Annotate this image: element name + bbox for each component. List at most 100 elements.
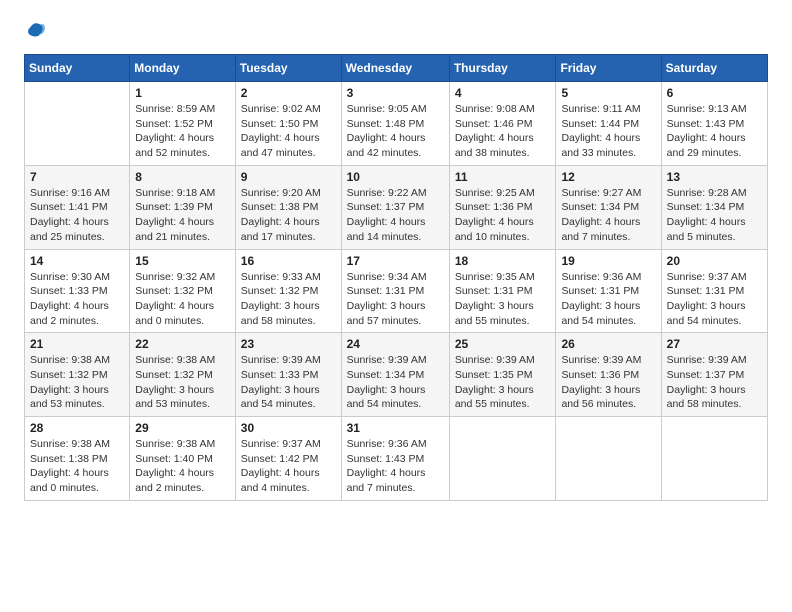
day-number: 31	[347, 421, 444, 435]
day-cell: 25 Sunrise: 9:39 AM Sunset: 1:35 PM Dayli…	[449, 333, 556, 417]
day-number: 9	[241, 170, 336, 184]
week-row-1: 1 Sunrise: 8:59 AM Sunset: 1:52 PM Daylig…	[25, 82, 768, 166]
weekday-header-tuesday: Tuesday	[235, 55, 341, 82]
day-info: Sunrise: 9:16 AM Sunset: 1:41 PM Dayligh…	[30, 186, 124, 245]
day-number: 8	[135, 170, 230, 184]
day-number: 1	[135, 86, 230, 100]
day-cell: 28Sunrise: 9:38 AM Sunset: 1:38 PM Dayli…	[25, 417, 130, 501]
day-number: 21	[30, 337, 124, 351]
day-number: 26	[561, 337, 655, 351]
logo	[24, 20, 48, 42]
day-cell	[25, 82, 130, 166]
day-info: Sunrise: 9:38 AM Sunset: 1:38 PM Dayligh…	[30, 437, 124, 496]
day-info: Sunrise: 9:32 AM Sunset: 1:32 PM Dayligh…	[135, 270, 230, 329]
day-cell: 26 Sunrise: 9:39 AM Sunset: 1:36 PM Dayli…	[556, 333, 661, 417]
day-cell: 22 Sunrise: 9:38 AM Sunset: 1:32 PM Dayli…	[130, 333, 236, 417]
day-info: Sunrise: 9:20 AM Sunset: 1:38 PM Dayligh…	[241, 186, 336, 245]
day-number: 3	[347, 86, 444, 100]
day-cell: 17 Sunrise: 9:34 AM Sunset: 1:31 PM Dayli…	[341, 249, 449, 333]
day-cell	[661, 417, 767, 501]
day-number: 20	[667, 254, 762, 268]
day-number: 15	[135, 254, 230, 268]
day-info: Sunrise: 9:39 AM Sunset: 1:33 PM Dayligh…	[241, 353, 336, 412]
day-number: 10	[347, 170, 444, 184]
day-number: 14	[30, 254, 124, 268]
day-info: Sunrise: 9:36 AM Sunset: 1:31 PM Dayligh…	[561, 270, 655, 329]
day-number: 6	[667, 86, 762, 100]
day-cell: 10 Sunrise: 9:22 AM Sunset: 1:37 PM Dayli…	[341, 165, 449, 249]
day-number: 7	[30, 170, 124, 184]
day-info: Sunrise: 9:02 AM Sunset: 1:50 PM Dayligh…	[241, 102, 336, 161]
day-cell: 1 Sunrise: 8:59 AM Sunset: 1:52 PM Daylig…	[130, 82, 236, 166]
day-number: 23	[241, 337, 336, 351]
day-cell: 18Sunrise: 9:35 AM Sunset: 1:31 PM Dayli…	[449, 249, 556, 333]
week-row-5: 28Sunrise: 9:38 AM Sunset: 1:38 PM Dayli…	[25, 417, 768, 501]
weekday-header-friday: Friday	[556, 55, 661, 82]
day-info: Sunrise: 9:36 AM Sunset: 1:43 PM Dayligh…	[347, 437, 444, 496]
day-info: Sunrise: 9:30 AM Sunset: 1:33 PM Dayligh…	[30, 270, 124, 329]
week-row-3: 14 Sunrise: 9:30 AM Sunset: 1:33 PM Dayli…	[25, 249, 768, 333]
page: SundayMondayTuesdayWednesdayThursdayFrid…	[0, 0, 792, 612]
day-number: 27	[667, 337, 762, 351]
day-cell: 5 Sunrise: 9:11 AM Sunset: 1:44 PM Daylig…	[556, 82, 661, 166]
day-number: 12	[561, 170, 655, 184]
day-cell: 8Sunrise: 9:18 AM Sunset: 1:39 PM Daylig…	[130, 165, 236, 249]
day-info: Sunrise: 9:05 AM Sunset: 1:48 PM Dayligh…	[347, 102, 444, 161]
day-number: 5	[561, 86, 655, 100]
day-info: Sunrise: 9:28 AM Sunset: 1:34 PM Dayligh…	[667, 186, 762, 245]
day-info: Sunrise: 9:25 AM Sunset: 1:36 PM Dayligh…	[455, 186, 551, 245]
day-number: 18	[455, 254, 551, 268]
day-number: 29	[135, 421, 230, 435]
header	[24, 20, 768, 42]
day-info: Sunrise: 9:39 AM Sunset: 1:34 PM Dayligh…	[347, 353, 444, 412]
day-cell: 24Sunrise: 9:39 AM Sunset: 1:34 PM Dayli…	[341, 333, 449, 417]
day-info: Sunrise: 9:33 AM Sunset: 1:32 PM Dayligh…	[241, 270, 336, 329]
day-number: 13	[667, 170, 762, 184]
day-info: Sunrise: 9:27 AM Sunset: 1:34 PM Dayligh…	[561, 186, 655, 245]
weekday-header-row: SundayMondayTuesdayWednesdayThursdayFrid…	[25, 55, 768, 82]
weekday-header-sunday: Sunday	[25, 55, 130, 82]
day-cell: 3 Sunrise: 9:05 AM Sunset: 1:48 PM Daylig…	[341, 82, 449, 166]
weekday-header-saturday: Saturday	[661, 55, 767, 82]
calendar-table: SundayMondayTuesdayWednesdayThursdayFrid…	[24, 54, 768, 501]
day-number: 22	[135, 337, 230, 351]
day-number: 16	[241, 254, 336, 268]
day-cell: 6 Sunrise: 9:13 AM Sunset: 1:43 PM Daylig…	[661, 82, 767, 166]
day-cell: 7 Sunrise: 9:16 AM Sunset: 1:41 PM Daylig…	[25, 165, 130, 249]
day-number: 25	[455, 337, 551, 351]
day-cell: 23 Sunrise: 9:39 AM Sunset: 1:33 PM Dayli…	[235, 333, 341, 417]
day-cell: 15 Sunrise: 9:32 AM Sunset: 1:32 PM Dayli…	[130, 249, 236, 333]
day-cell: 29Sunrise: 9:38 AM Sunset: 1:40 PM Dayli…	[130, 417, 236, 501]
weekday-header-thursday: Thursday	[449, 55, 556, 82]
day-cell: 9 Sunrise: 9:20 AM Sunset: 1:38 PM Daylig…	[235, 165, 341, 249]
day-cell	[556, 417, 661, 501]
day-info: Sunrise: 9:38 AM Sunset: 1:32 PM Dayligh…	[30, 353, 124, 412]
day-cell: 11 Sunrise: 9:25 AM Sunset: 1:36 PM Dayli…	[449, 165, 556, 249]
day-number: 30	[241, 421, 336, 435]
day-number: 2	[241, 86, 336, 100]
day-info: Sunrise: 9:34 AM Sunset: 1:31 PM Dayligh…	[347, 270, 444, 329]
weekday-header-monday: Monday	[130, 55, 236, 82]
day-cell: 16 Sunrise: 9:33 AM Sunset: 1:32 PM Dayli…	[235, 249, 341, 333]
day-info: Sunrise: 9:38 AM Sunset: 1:32 PM Dayligh…	[135, 353, 230, 412]
day-cell: 19 Sunrise: 9:36 AM Sunset: 1:31 PM Dayli…	[556, 249, 661, 333]
day-cell: 30 Sunrise: 9:37 AM Sunset: 1:42 PM Dayli…	[235, 417, 341, 501]
day-info: Sunrise: 9:39 AM Sunset: 1:35 PM Dayligh…	[455, 353, 551, 412]
logo-icon	[24, 20, 46, 42]
day-cell: 14 Sunrise: 9:30 AM Sunset: 1:33 PM Dayli…	[25, 249, 130, 333]
day-number: 17	[347, 254, 444, 268]
day-info: Sunrise: 9:11 AM Sunset: 1:44 PM Dayligh…	[561, 102, 655, 161]
day-number: 11	[455, 170, 551, 184]
day-info: Sunrise: 9:22 AM Sunset: 1:37 PM Dayligh…	[347, 186, 444, 245]
day-cell: 13 Sunrise: 9:28 AM Sunset: 1:34 PM Dayli…	[661, 165, 767, 249]
day-info: Sunrise: 9:37 AM Sunset: 1:31 PM Dayligh…	[667, 270, 762, 329]
day-cell: 2 Sunrise: 9:02 AM Sunset: 1:50 PM Daylig…	[235, 82, 341, 166]
day-number: 19	[561, 254, 655, 268]
day-info: Sunrise: 8:59 AM Sunset: 1:52 PM Dayligh…	[135, 102, 230, 161]
day-cell: 4Sunrise: 9:08 AM Sunset: 1:46 PM Daylig…	[449, 82, 556, 166]
day-info: Sunrise: 9:13 AM Sunset: 1:43 PM Dayligh…	[667, 102, 762, 161]
day-info: Sunrise: 9:39 AM Sunset: 1:36 PM Dayligh…	[561, 353, 655, 412]
day-cell	[449, 417, 556, 501]
day-info: Sunrise: 9:37 AM Sunset: 1:42 PM Dayligh…	[241, 437, 336, 496]
weekday-header-wednesday: Wednesday	[341, 55, 449, 82]
